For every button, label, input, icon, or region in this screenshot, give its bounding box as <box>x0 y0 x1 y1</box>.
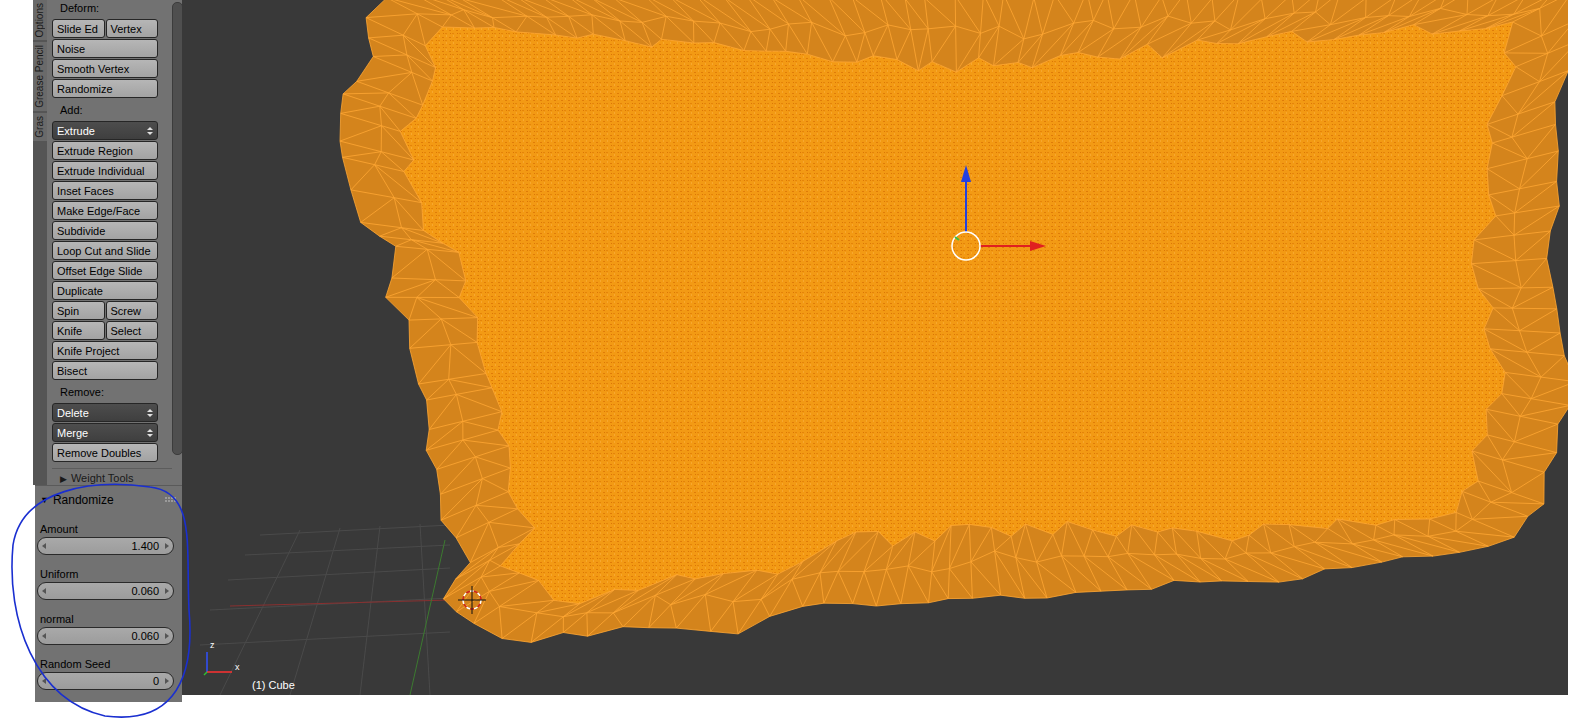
tool-button[interactable]: Offset Edge Slide <box>52 261 158 280</box>
tool-button[interactable]: Knife <box>52 321 105 340</box>
sidebar-tab[interactable]: Gras <box>33 113 47 141</box>
button-row: Subdivide <box>52 221 158 240</box>
tab-strip: Options Grease Pencil Gras <box>33 0 47 485</box>
tool-button[interactable]: Extrude Individual <box>52 161 158 180</box>
field-label: Random Seed <box>37 656 174 672</box>
floor-grid <box>200 524 450 695</box>
axis-label: x <box>235 662 240 672</box>
updown-arrows-icon <box>146 127 153 135</box>
increment-icon[interactable] <box>165 588 169 594</box>
button-row: Duplicate <box>52 281 158 300</box>
button-row: Remove Doubles <box>52 443 158 462</box>
section-title: Deform: <box>52 2 172 19</box>
object-label: (1) Cube <box>252 679 295 691</box>
button-row: Knife Project <box>52 341 158 360</box>
operator-field: Random Seed0 <box>37 656 174 690</box>
tool-section: Remove:DeleteMergeRemove Doubles <box>52 386 172 462</box>
tool-button[interactable]: Bisect <box>52 361 158 380</box>
sidebar-tab[interactable]: Grease Pencil <box>33 42 47 111</box>
operator-panel-header[interactable]: ▼Randomize <box>35 486 182 508</box>
tool-button[interactable]: Smooth Vertex <box>52 59 158 78</box>
button-row: Inset Faces <box>52 181 158 200</box>
tool-button[interactable]: Spin <box>52 301 105 320</box>
annotation-circle <box>0 0 1579 725</box>
updown-arrows-icon <box>146 429 153 437</box>
number-field[interactable]: 0 <box>37 672 174 690</box>
tool-button[interactable]: Select <box>106 321 159 340</box>
tool-area: Options Grease Pencil Gras Deform:Slide EdV… <box>33 0 182 702</box>
button-row: Delete <box>52 403 158 422</box>
button-row: Extrude <box>52 121 158 140</box>
decrement-icon[interactable] <box>42 543 46 549</box>
tool-button[interactable]: Make Edge/Face <box>52 201 158 220</box>
decrement-icon[interactable] <box>42 633 46 639</box>
axis-label: z <box>210 640 215 650</box>
mesh-wireframe <box>340 0 1568 642</box>
operator-panel: ▼RandomizeAmount1.400Uniform0.060normal0… <box>35 485 182 702</box>
section-title: Add: <box>52 104 172 121</box>
tool-button[interactable]: Inset Faces <box>52 181 158 200</box>
tool-button[interactable]: Remove Doubles <box>52 443 158 462</box>
button-row: Extrude Individual <box>52 161 158 180</box>
decrement-icon[interactable] <box>42 678 46 684</box>
number-field[interactable]: 1.400 <box>37 537 174 555</box>
button-row: Make Edge/Face <box>52 201 158 220</box>
tool-button[interactable]: Knife Project <box>52 341 158 360</box>
tool-button[interactable]: Noise <box>52 39 158 58</box>
button-row: Merge <box>52 423 158 442</box>
tool-button[interactable]: Extrude <box>52 121 158 140</box>
number-field[interactable]: 0.060 <box>37 582 174 600</box>
tool-button[interactable]: Vertex <box>106 19 159 38</box>
tool-button[interactable]: Merge <box>52 423 158 442</box>
field-label: Uniform <box>37 566 174 582</box>
mini-axis-icon <box>204 652 232 675</box>
tool-button[interactable]: Subdivide <box>52 221 158 240</box>
operator-field: Uniform0.060 <box>37 566 174 600</box>
decrement-icon[interactable] <box>42 588 46 594</box>
number-field[interactable]: 0.060 <box>37 627 174 645</box>
increment-icon[interactable] <box>165 678 169 684</box>
tool-button[interactable]: Duplicate <box>52 281 158 300</box>
button-row: Noise <box>52 39 158 58</box>
button-row: Slide EdVertex <box>52 19 158 38</box>
tool-button[interactable]: Extrude Region <box>52 141 158 160</box>
3d-cursor-icon <box>458 586 486 614</box>
tool-shelf: Deform:Slide EdVertexNoiseSmooth VertexR… <box>47 0 183 485</box>
weight-tools-header[interactable]: ▶Weight Tools <box>52 468 172 486</box>
grip-icon <box>165 497 176 502</box>
button-row: Smooth Vertex <box>52 59 158 78</box>
button-row: KnifeSelect <box>52 321 158 340</box>
increment-icon[interactable] <box>165 543 169 549</box>
tool-button[interactable]: Randomize <box>52 79 158 98</box>
mesh-outer <box>340 0 1568 642</box>
updown-arrows-icon <box>146 409 153 417</box>
page-margin <box>0 0 33 725</box>
blender-screen: Options Grease Pencil Gras Deform:Slide EdV… <box>0 0 1579 725</box>
tool-section: Add:ExtrudeExtrude RegionExtrude Individ… <box>52 104 172 380</box>
mesh-inner <box>400 22 1516 604</box>
button-row: Loop Cut and Slide <box>52 241 158 260</box>
tool-section: Deform:Slide EdVertexNoiseSmooth VertexR… <box>52 2 172 98</box>
sidebar-tab[interactable]: Options <box>33 0 47 40</box>
3d-viewport[interactable]: z x (1) Cube <box>182 0 1568 695</box>
operator-field: Amount1.400 <box>37 521 174 555</box>
button-row: Randomize <box>52 79 158 98</box>
field-label: normal <box>37 611 174 627</box>
field-label: Amount <box>37 521 174 537</box>
tool-button[interactable]: Loop Cut and Slide <box>52 241 158 260</box>
tool-button[interactable]: Slide Ed <box>52 19 105 38</box>
section-title: Remove: <box>52 386 172 403</box>
button-row: Bisect <box>52 361 158 380</box>
tool-button[interactable]: Screw <box>106 301 159 320</box>
transform-gizmo[interactable] <box>952 165 1046 260</box>
button-row: Offset Edge Slide <box>52 261 158 280</box>
operator-field: normal0.060 <box>37 611 174 645</box>
tool-button[interactable]: Delete <box>52 403 158 422</box>
button-row: SpinScrew <box>52 301 158 320</box>
scene-canvas <box>182 0 1568 695</box>
increment-icon[interactable] <box>165 633 169 639</box>
button-row: Extrude Region <box>52 141 158 160</box>
